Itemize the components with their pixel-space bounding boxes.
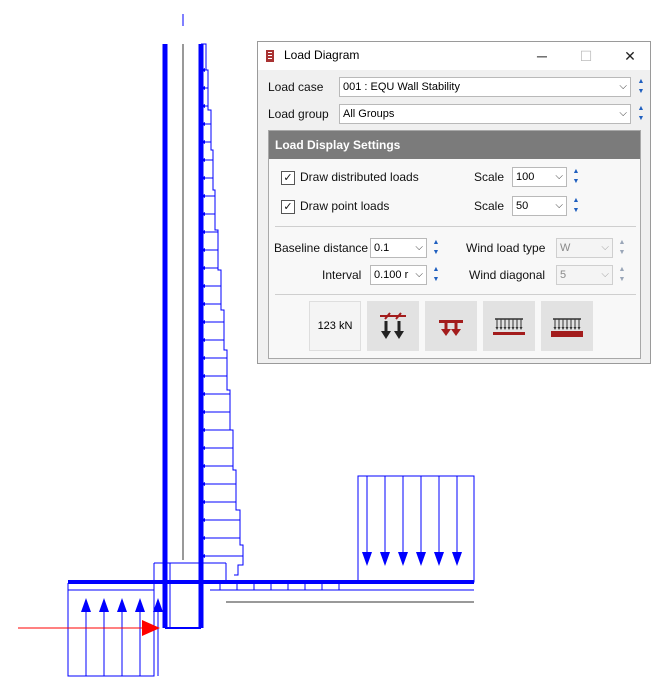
wind-diagonal-value: 5 — [560, 269, 567, 281]
base-pressure-arrow-head — [81, 598, 91, 612]
wind-load-type-value: W — [560, 242, 571, 254]
load-group-spinner[interactable]: ▲ ▼ — [636, 104, 646, 124]
surcharge-arrow-head — [434, 552, 444, 566]
load-case-value: 001 : EQU Wall Stability — [343, 81, 460, 93]
base-pressure-arrow-head — [117, 598, 127, 612]
divider — [275, 294, 636, 295]
load-case-label: Load case — [268, 80, 324, 94]
wind-diagonal-select[interactable]: 5 ⌵ — [556, 265, 613, 285]
draw-point-checkbox[interactable]: ✓ — [281, 200, 295, 214]
chevron-down-icon: ⌵ — [619, 108, 627, 119]
chevron-down-icon: ⌵ — [555, 200, 563, 211]
minimize-button[interactable]: ─ — [520, 42, 564, 70]
load-case-select[interactable]: 001 : EQU Wall Stability ⌵ — [339, 77, 631, 97]
point-scale-value: 50 — [516, 200, 529, 212]
divider — [275, 226, 636, 227]
surcharge-arrow-head — [452, 552, 462, 566]
wind-load-type-label: Wind load type — [466, 241, 546, 255]
chevron-down-icon: ⌵ — [601, 269, 609, 280]
uniform-load-red-button[interactable] — [541, 301, 593, 351]
draw-distributed-label: Draw distributed loads — [300, 170, 419, 184]
load-group-select[interactable]: All Groups ⌵ — [339, 104, 631, 124]
maximize-button[interactable]: ☐ — [564, 42, 608, 70]
wind-load-type-select[interactable]: W ⌵ — [556, 238, 613, 258]
wind-load-type-spinner[interactable]: ▲ ▼ — [617, 238, 627, 258]
load-case-spinner[interactable]: ▲ ▼ — [636, 77, 646, 97]
surcharge-arrow-head — [398, 552, 408, 566]
baseline-distance-label: Baseline distance — [274, 241, 369, 255]
distributed-load-red-button[interactable] — [425, 301, 477, 351]
base-pressure-arrow-head — [135, 598, 145, 612]
uniform-load-button[interactable] — [483, 301, 535, 351]
title-bar[interactable]: Load Diagram ─ ☐ ✕ — [258, 42, 650, 70]
distributed-scale-value: 100 — [516, 171, 535, 183]
chevron-down-icon: ⌵ — [619, 81, 627, 92]
point-scale-spinner[interactable]: ▲ ▼ — [571, 196, 581, 216]
uniform-load-red-icon — [551, 318, 583, 337]
interval-spinner[interactable]: ▲ ▼ — [431, 265, 441, 285]
point-load-display-icon — [380, 312, 406, 339]
point-scale-select[interactable]: 50 ⌵ — [512, 196, 567, 216]
interval-select[interactable]: 0.100 r ⌵ — [370, 265, 427, 285]
distributed-scale-label: Scale — [474, 170, 505, 184]
chevron-down-icon: ⌵ — [555, 171, 563, 182]
distributed-scale-select[interactable]: 100 ⌵ — [512, 167, 567, 187]
surcharge-arrow-head — [380, 552, 390, 566]
close-button[interactable]: ✕ — [608, 42, 651, 70]
point-scale-label: Scale — [474, 199, 505, 213]
baseline-distance-spinner[interactable]: ▲ ▼ — [431, 238, 441, 258]
point-load-display-button[interactable] — [367, 301, 419, 351]
window-title: Load Diagram — [284, 48, 360, 62]
chevron-down-icon: ⌵ — [415, 269, 423, 280]
distributed-load-red-icon — [439, 320, 463, 336]
interval-label: Interval — [322, 268, 362, 282]
distributed-scale-spinner[interactable]: ▲ ▼ — [571, 167, 581, 187]
baseline-distance-value: 0.1 — [374, 242, 390, 254]
draw-distributed-checkbox[interactable]: ✓ — [281, 171, 295, 185]
load-diagram-window: Load Diagram ─ ☐ ✕ Load case 001 : EQU W… — [257, 41, 651, 364]
baseline-distance-select[interactable]: 0.1 ⌵ — [370, 238, 427, 258]
chevron-down-icon: ⌵ — [601, 242, 609, 253]
panel-header: Load Display Settings — [269, 131, 640, 159]
surcharge-arrow-head — [416, 552, 426, 566]
uniform-load-icon — [493, 318, 525, 335]
chevron-down-icon: ⌵ — [415, 242, 423, 253]
wind-diagonal-label: Wind diagonal — [469, 268, 546, 282]
load-group-label: Load group — [268, 107, 329, 121]
draw-point-label: Draw point loads — [300, 199, 390, 213]
load-value-toggle-button[interactable]: 123 kN — [309, 301, 361, 351]
horizontal-load-arrow-head — [142, 620, 160, 636]
interval-value: 0.100 r — [374, 269, 409, 281]
base-pressure-arrow-head — [99, 598, 109, 612]
load-group-value: All Groups — [343, 108, 395, 120]
surcharge-arrow-head — [362, 552, 372, 566]
load-diagram-icon — [266, 50, 274, 62]
wind-diagonal-spinner[interactable]: ▲ ▼ — [617, 265, 627, 285]
